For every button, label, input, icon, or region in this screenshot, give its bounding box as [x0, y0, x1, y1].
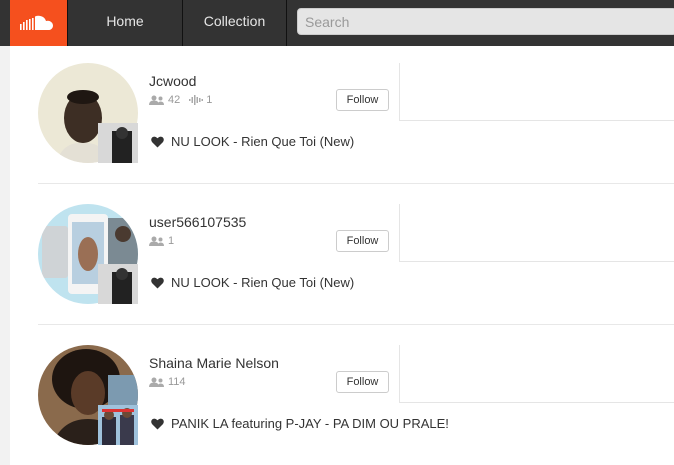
list-item: Jcwood 42 1 Follow NU LOOK - Rien Que To… — [10, 46, 674, 187]
list-item: user566107535 1 Follow NU LOOK - Rien Qu… — [10, 187, 674, 328]
followers-icon — [149, 377, 164, 387]
search-input[interactable] — [297, 8, 674, 35]
followers-count: 114 — [168, 376, 186, 388]
followers-icon — [149, 236, 164, 246]
username[interactable]: Jcwood — [149, 73, 196, 89]
track-artwork-thumbnail[interactable] — [98, 123, 138, 163]
heart-icon — [151, 277, 164, 288]
divider — [399, 345, 400, 402]
waveform-icon — [189, 95, 204, 105]
follow-button[interactable]: Follow — [336, 230, 389, 252]
liked-track-title: PANIK LA featuring P-JAY - PA DIM OU PRA… — [171, 416, 449, 431]
heart-icon — [151, 136, 164, 147]
username[interactable]: user566107535 — [149, 214, 246, 230]
user-stats: 42 1 — [149, 94, 221, 106]
main-content: Jcwood 42 1 Follow NU LOOK - Rien Que To… — [10, 46, 674, 465]
divider — [399, 204, 400, 261]
followers-count: 1 — [168, 235, 175, 247]
username[interactable]: Shaina Marie Nelson — [149, 355, 279, 371]
divider — [399, 63, 400, 120]
followers-count: 42 — [168, 94, 181, 106]
followers-stat[interactable]: 114 — [149, 376, 186, 388]
row-separator — [38, 183, 674, 184]
liked-track[interactable]: NU LOOK - Rien Que Toi (New) — [151, 275, 354, 290]
divider — [399, 120, 674, 121]
follow-button[interactable]: Follow — [336, 89, 389, 111]
nav-home[interactable]: Home — [67, 0, 183, 46]
liked-track-title: NU LOOK - Rien Que Toi (New) — [171, 275, 355, 290]
follow-button[interactable]: Follow — [336, 371, 389, 393]
user-stats: 1 — [149, 235, 183, 247]
liked-track[interactable]: NU LOOK - Rien Que Toi (New) — [151, 134, 354, 149]
liked-track[interactable]: PANIK LA featuring P-JAY - PA DIM OU PRA… — [151, 416, 449, 431]
top-nav-bar: Home Collection — [0, 0, 674, 46]
tracks-stat[interactable]: 1 — [189, 94, 212, 106]
track-artwork-thumbnail[interactable] — [98, 264, 138, 304]
user-stats: 114 — [149, 376, 195, 388]
list-item: Shaina Marie Nelson 114 Follow PANIK LA … — [10, 328, 674, 465]
row-separator — [38, 324, 674, 325]
divider — [399, 261, 674, 262]
liked-track-title: NU LOOK - Rien Que Toi (New) — [171, 134, 355, 149]
nav-collection[interactable]: Collection — [183, 0, 287, 46]
tracks-count: 1 — [206, 94, 213, 106]
followers-stat[interactable]: 42 — [149, 94, 180, 106]
track-artwork-thumbnail[interactable] — [98, 405, 138, 445]
followers-icon — [149, 95, 164, 105]
heart-icon — [151, 418, 164, 429]
followers-stat[interactable]: 1 — [149, 235, 174, 247]
divider — [399, 402, 674, 403]
soundcloud-logo-icon[interactable] — [10, 0, 67, 46]
